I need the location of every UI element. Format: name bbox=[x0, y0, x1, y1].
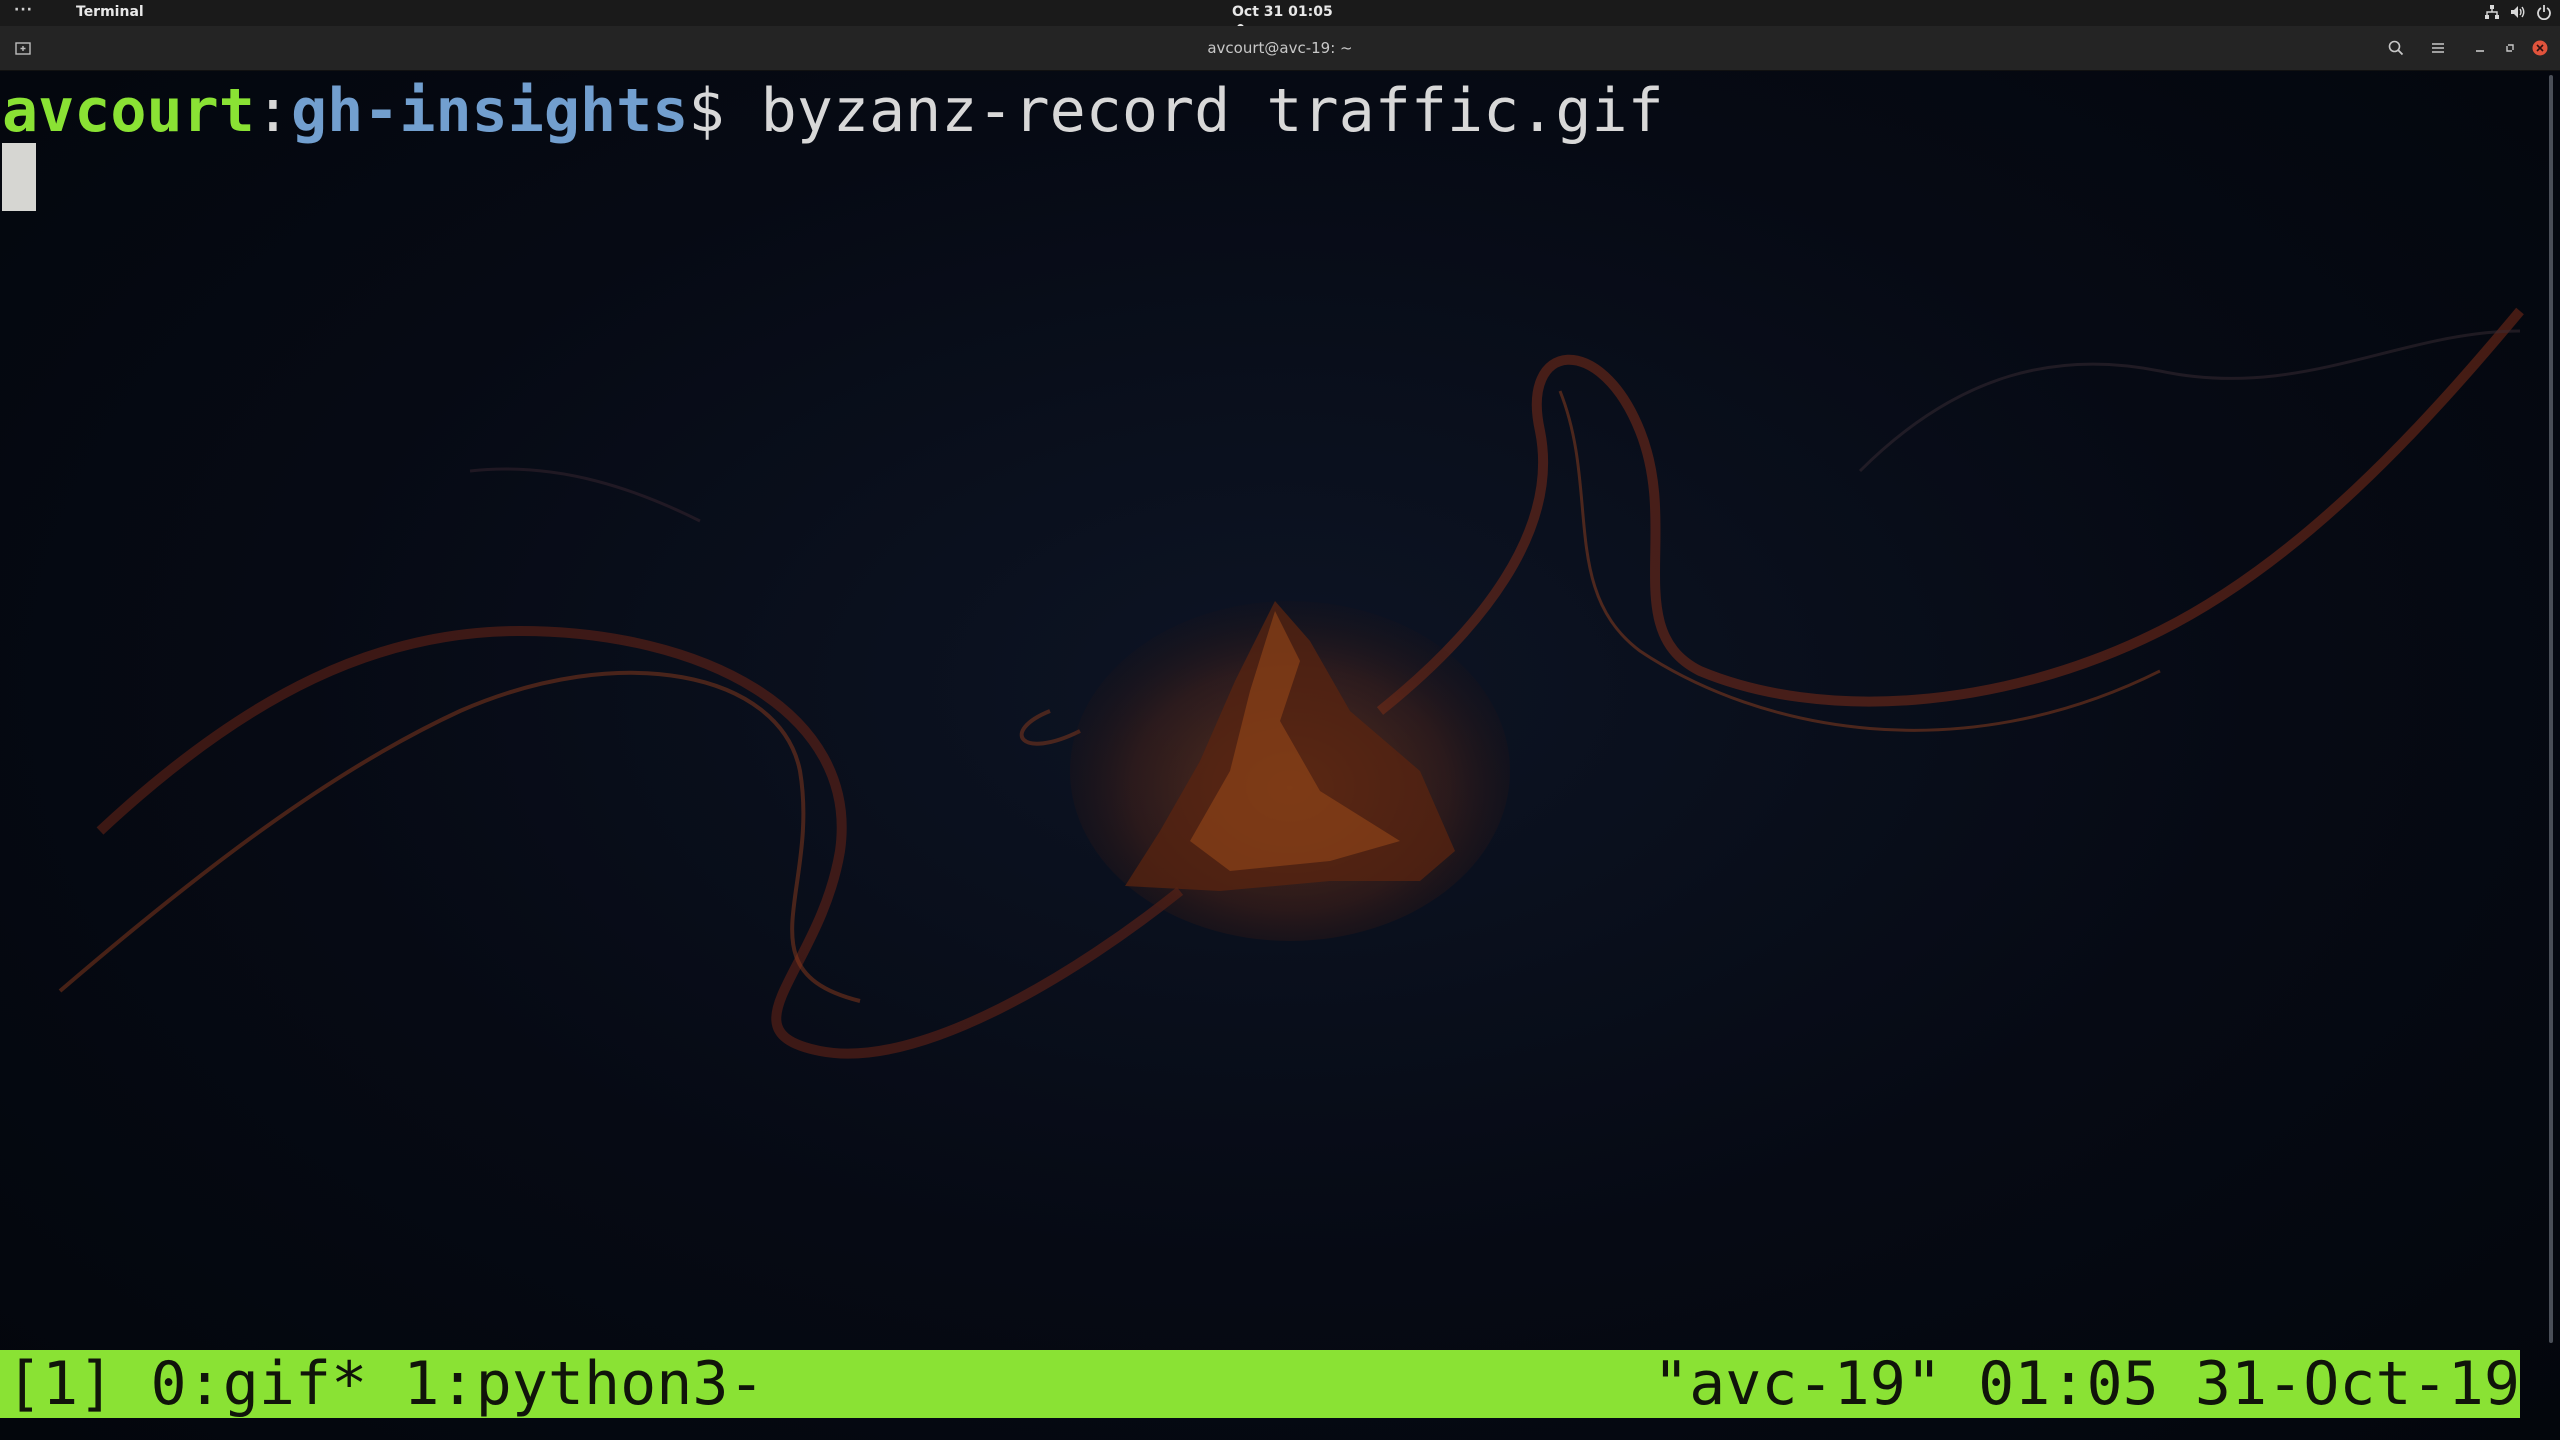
prompt-separator: : bbox=[254, 76, 291, 146]
prompt-line: avcourt:gh-insights$ byzanz-record traff… bbox=[2, 75, 1664, 147]
tmux-status-right: "avc-19" 01:05 31-Oct-19 bbox=[1653, 1350, 2520, 1418]
gnome-top-bar: ··· Terminal Oct 31 01:05 bbox=[0, 0, 2560, 31]
app-menu-label[interactable]: Terminal bbox=[76, 4, 144, 20]
search-icon[interactable] bbox=[2386, 38, 2406, 58]
volume-icon[interactable] bbox=[2510, 4, 2526, 20]
scrollbar-thumb[interactable] bbox=[2549, 75, 2553, 1343]
minimize-icon[interactable] bbox=[2470, 38, 2490, 58]
scrollbar[interactable] bbox=[2544, 71, 2560, 1351]
close-icon[interactable] bbox=[2530, 38, 2550, 58]
maximize-icon[interactable] bbox=[2500, 38, 2520, 58]
hamburger-menu-icon[interactable] bbox=[2428, 38, 2448, 58]
terminal-headerbar[interactable]: avcourt@avc-19: ~ bbox=[0, 26, 2560, 71]
prompt-directory: gh-insights bbox=[291, 76, 689, 146]
window-title: avcourt@avc-19: ~ bbox=[1207, 39, 1353, 57]
clock-text: Oct 31 01:05 bbox=[1232, 4, 1333, 20]
system-tray[interactable] bbox=[2484, 4, 2552, 20]
tmux-status-bar: [1] 0:gif* 1:python3- "avc-19" 01:05 31-… bbox=[0, 1350, 2520, 1418]
power-icon[interactable] bbox=[2536, 4, 2552, 20]
command-text: byzanz-record traffic.gif bbox=[760, 76, 1664, 146]
terminal-view[interactable]: avcourt:gh-insights$ byzanz-record traff… bbox=[0, 71, 2560, 1440]
tmux-window-list[interactable]: [1] 0:gif* 1:python3- bbox=[6, 1350, 765, 1418]
activities-button[interactable]: ··· bbox=[14, 2, 33, 18]
terminal-cursor bbox=[2, 143, 36, 211]
prompt-symbol: $ bbox=[688, 76, 761, 146]
prompt-user: avcourt bbox=[2, 76, 255, 146]
wallpaper-nebula-graphic bbox=[58, 307, 2524, 1059]
network-icon[interactable] bbox=[2484, 4, 2500, 20]
